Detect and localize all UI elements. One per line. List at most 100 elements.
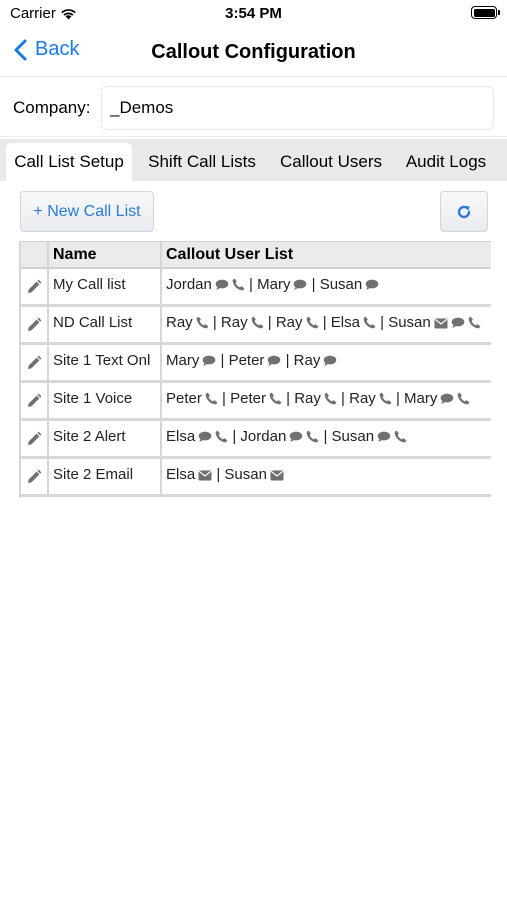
phone-icon	[306, 430, 319, 447]
table-header: Name Callout User List	[21, 241, 491, 269]
table-row[interactable]: Site 2 Email Elsa | Susan	[21, 459, 491, 497]
user-separator: |	[391, 390, 405, 407]
company-label: Company:	[13, 98, 91, 117]
edit-pencil-icon[interactable]	[21, 383, 49, 418]
tab-audit-logs[interactable]: Audit Logs	[398, 143, 494, 181]
chat-bubble-icon	[323, 354, 337, 371]
user-separator: |	[307, 276, 320, 293]
edit-column-header	[21, 242, 49, 267]
user-name: Ray	[349, 390, 376, 407]
user-separator: |	[336, 390, 350, 407]
edit-pencil-icon[interactable]	[21, 345, 49, 380]
user-separator: |	[217, 390, 231, 407]
chat-bubble-icon	[377, 430, 391, 447]
chat-bubble-icon	[365, 278, 379, 295]
phone-icon	[205, 392, 218, 409]
refresh-icon	[457, 205, 471, 218]
tab-callout-users[interactable]: Callout Users	[272, 143, 390, 181]
user-name: Ray	[275, 314, 303, 331]
phone-icon	[324, 392, 337, 409]
call-list-table: Name Callout User List My Call list Jorda…	[19, 241, 491, 498]
callout-user-list: Elsa | Susan	[162, 459, 491, 494]
table-row[interactable]: Site 1 Voice Peter | Peter | Ray | Ray | …	[21, 383, 491, 421]
table-row[interactable]: ND Call List Ray | Ray | Ray | Elsa | Sus…	[21, 307, 491, 345]
user-name: Peter	[228, 352, 265, 369]
user-name: Jordan	[240, 428, 287, 445]
tab-shift-call-lists[interactable]: Shift Call Lists	[140, 143, 264, 181]
phone-icon	[196, 316, 209, 333]
edit-pencil-icon[interactable]	[21, 459, 49, 494]
back-button[interactable]: Back	[14, 38, 79, 61]
phone-icon	[215, 430, 228, 447]
call-list-name: Site 2 Alert	[49, 421, 162, 456]
email-icon	[198, 468, 212, 485]
tab-call-list-setup[interactable]: Call List Setup	[6, 143, 132, 181]
toolbar: + New Call List	[0, 181, 507, 241]
user-name: Peter	[230, 390, 266, 407]
user-name: Mary	[404, 390, 438, 407]
edit-pencil-icon[interactable]	[21, 269, 49, 304]
table-row[interactable]: Site 1 Text Onl Mary | Peter | Ray	[21, 345, 491, 383]
user-name: Elsa	[330, 314, 360, 331]
user-separator: |	[318, 314, 331, 331]
edit-pencil-icon[interactable]	[21, 307, 49, 342]
user-name: Mary	[257, 276, 291, 293]
chevron-left-icon	[14, 39, 27, 60]
battery-icon	[471, 6, 500, 19]
table-row[interactable]: My Call list Jordan | Mary | Susan	[21, 269, 491, 307]
status-time: 3:54 PM	[225, 5, 282, 22]
phone-icon	[306, 316, 319, 333]
chat-bubble-icon	[198, 430, 212, 447]
user-name: Elsa	[166, 428, 196, 445]
user-name: Susan	[388, 314, 431, 331]
call-list-name: Site 1 Text Onl	[49, 345, 162, 380]
chat-bubble-icon	[293, 278, 307, 295]
phone-icon	[394, 430, 407, 447]
chat-bubble-icon	[267, 354, 281, 371]
phone-icon	[468, 316, 481, 333]
name-column-header[interactable]: Name	[49, 242, 162, 267]
phone-icon	[232, 278, 245, 295]
refresh-button[interactable]	[440, 191, 488, 232]
phone-icon	[251, 316, 264, 333]
user-separator: |	[263, 314, 276, 331]
user-name: Ray	[294, 390, 321, 407]
phone-icon	[269, 392, 282, 409]
call-list-name: Site 1 Voice	[49, 383, 162, 418]
user-separator: |	[208, 314, 221, 331]
user-separator: |	[212, 466, 225, 483]
user-separator: |	[281, 352, 294, 369]
call-list-name: ND Call List	[49, 307, 162, 342]
user-name: Jordan	[166, 276, 212, 293]
user-name: Ray	[220, 314, 248, 331]
chat-bubble-icon	[440, 392, 454, 409]
user-separator: |	[244, 276, 258, 293]
call-list-name: My Call list	[49, 269, 162, 304]
user-name: Susan	[224, 466, 267, 483]
user-separator: |	[375, 314, 389, 331]
user-name: Ray	[293, 352, 321, 369]
phone-icon	[363, 316, 376, 333]
phone-icon	[457, 392, 470, 409]
company-row: Company:	[0, 80, 507, 137]
callout-user-list: Jordan | Mary | Susan	[162, 269, 491, 304]
user-separator: |	[281, 390, 295, 407]
user-separator: |	[228, 428, 241, 445]
email-icon	[434, 316, 448, 333]
user-separator: |	[319, 428, 332, 445]
new-call-list-button[interactable]: + New Call List	[20, 191, 154, 232]
table-row[interactable]: Site 2 Alert Elsa | Jordan | Susan	[21, 421, 491, 459]
users-column-header[interactable]: Callout User List	[162, 242, 491, 267]
chat-bubble-icon	[215, 278, 229, 295]
callout-user-list: Peter | Peter | Ray | Ray | Mary	[162, 383, 491, 418]
user-name: Mary	[166, 352, 200, 369]
chat-bubble-icon	[202, 354, 216, 371]
call-list-name: Site 2 Email	[49, 459, 162, 494]
callout-user-list: Elsa | Jordan | Susan	[162, 421, 491, 456]
user-separator: |	[216, 352, 229, 369]
chat-bubble-icon	[451, 316, 465, 333]
callout-user-list: Mary | Peter | Ray	[162, 345, 491, 380]
email-icon	[270, 468, 284, 485]
company-input[interactable]	[101, 86, 494, 130]
edit-pencil-icon[interactable]	[21, 421, 49, 456]
